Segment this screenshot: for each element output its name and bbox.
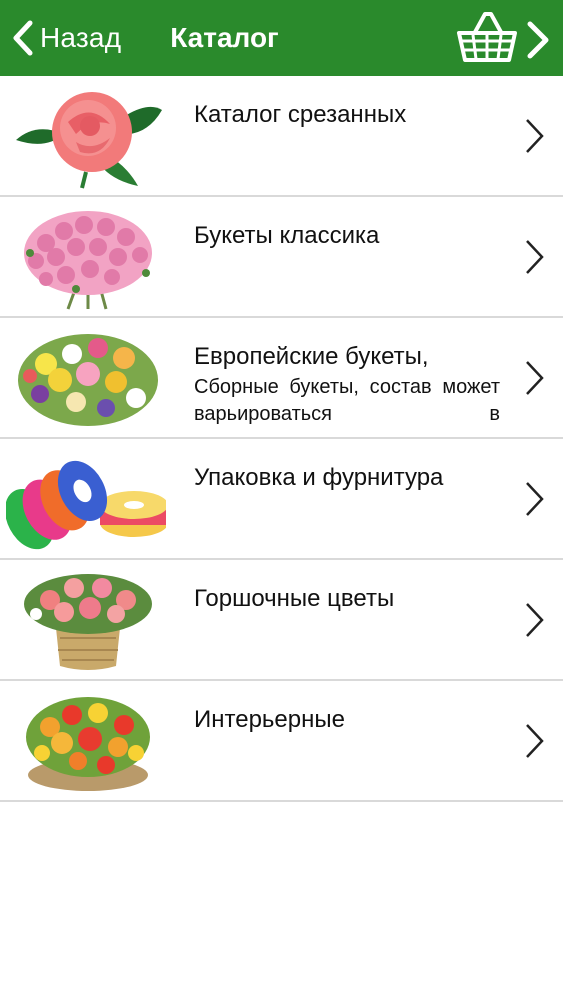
chevron-right-icon xyxy=(526,240,544,274)
item-title: Каталог срезанных xyxy=(194,101,407,128)
catalog-item-interior[interactable]: Интерьерные xyxy=(0,681,563,802)
mixed-bouquet-image xyxy=(6,324,166,431)
chevron-right-icon xyxy=(526,603,544,637)
catalog-item-packaging[interactable]: Упаковка и фурнитура xyxy=(0,439,563,560)
item-title: Горшочные цветы xyxy=(194,585,395,612)
catalog-item-classic-bouquets[interactable]: Букеты классика xyxy=(0,197,563,318)
item-title: Интерьерные xyxy=(194,706,345,733)
catalog-item-cut-flowers[interactable]: Каталог срезанных xyxy=(0,76,563,197)
catalog-item-potted-flowers[interactable]: Горшочные цветы xyxy=(0,560,563,681)
back-label: Назад xyxy=(40,22,122,53)
back-button[interactable]: Назад xyxy=(12,18,121,58)
chevron-right-icon xyxy=(527,21,549,59)
item-title: Букеты классика xyxy=(194,222,380,249)
pink-rose-bouquet-image xyxy=(6,203,166,310)
item-description: Сборные букеты, состав может варьировать… xyxy=(194,376,500,425)
item-title: Упаковка и фурнитура xyxy=(194,464,444,491)
catalog-list: Каталог срезанных Букеты классика Европе… xyxy=(0,76,563,802)
chevron-right-icon xyxy=(526,724,544,758)
interior-arrangement-image xyxy=(6,687,166,794)
red-rose-image xyxy=(6,82,166,189)
chevron-right-icon xyxy=(526,361,544,395)
chevron-right-icon xyxy=(526,119,544,153)
chevron-left-icon xyxy=(13,20,33,56)
top-bar: Назад Каталог xyxy=(0,0,563,76)
forward-button[interactable] xyxy=(522,20,552,60)
basket-icon xyxy=(457,12,517,62)
chevron-right-icon xyxy=(526,482,544,516)
ribbon-rolls-image xyxy=(6,445,166,552)
item-title: Европейские букеты, xyxy=(194,343,429,370)
potted-flowers-image xyxy=(6,566,166,673)
cart-button[interactable] xyxy=(456,8,518,66)
catalog-item-european-bouquets[interactable]: Европейские букеты, Сборные букеты, сост… xyxy=(0,318,563,439)
page-title: Каталог xyxy=(170,22,279,53)
